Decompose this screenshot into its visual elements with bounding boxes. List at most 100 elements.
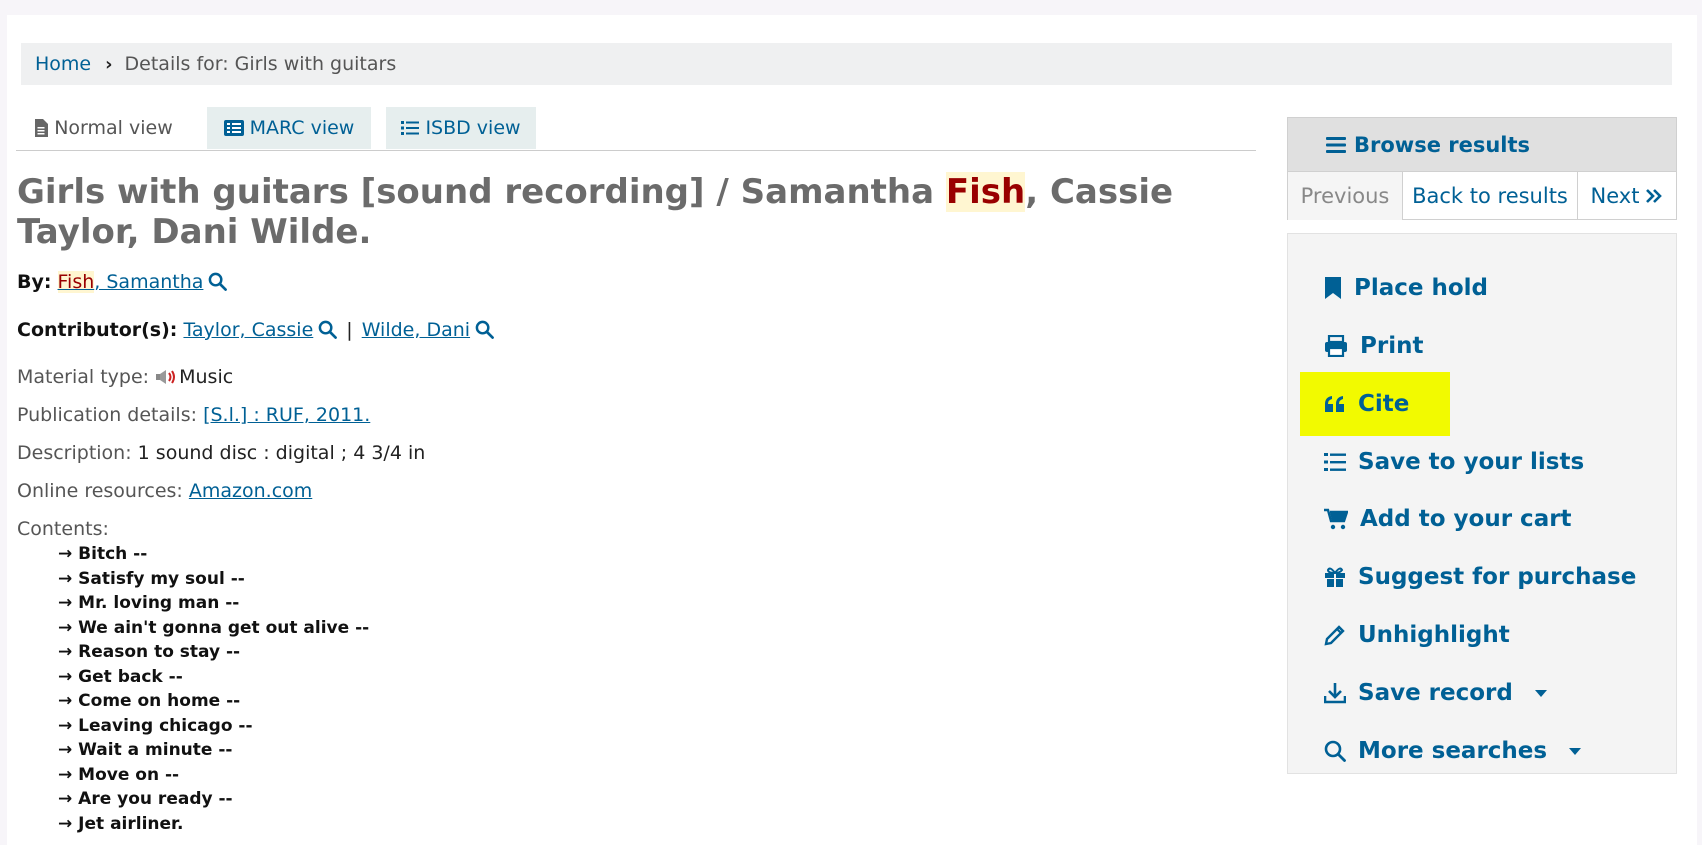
back-to-results-link[interactable]: Back to results [1403,172,1578,220]
pencil-icon [1324,625,1345,646]
tab-normal-view[interactable]: Normal view [16,107,191,149]
tab-isbd-label: ISBD view [425,117,521,139]
cite-action[interactable]: Cite [1300,372,1450,436]
save-to-lists-action[interactable]: Save to your lists [1300,430,1584,494]
record-title: Girls with guitars [sound recording] / S… [17,172,1257,252]
author-link[interactable]: Fish, Samantha [57,271,204,293]
print-icon [1325,335,1347,357]
description-label: Description: [17,442,132,464]
browse-results-label: Browse results [1354,132,1531,157]
quote-icon [1325,396,1344,412]
material-type-row: Material type: Music [17,366,233,388]
author-highlight: Fish [57,271,95,293]
music-type-icon [156,370,176,384]
author-row: By: Fish, Samantha [17,271,228,293]
list-item: → We ain't gonna get out alive -- [58,617,370,638]
download-icon [1324,683,1346,704]
breadcrumb-home-link[interactable]: Home [35,53,91,75]
list-item: → Move on -- [58,764,180,785]
list-item: → Mr. loving man -- [58,593,240,613]
online-resources-label: Online resources: [17,480,183,502]
more-searches-dropdown[interactable]: More searches [1300,719,1582,783]
view-tabs: Normal view MARC view ISBD view [16,107,1256,151]
publication-link[interactable]: [S.l.] : RUF, 2011. [203,404,370,426]
browse-nav: Previous Back to results Next [1288,172,1676,220]
place-hold-label: Place hold [1354,275,1489,301]
list-item: → Wait a minute -- [58,740,233,760]
online-resources-row: Online resources: Amazon.com [17,480,312,502]
chevron-double-right-icon [1646,189,1663,203]
back-to-results-label: Back to results [1412,184,1568,208]
print-label: Print [1360,333,1424,359]
next-label: Next [1590,184,1640,208]
browse-results-panel: Browse results Previous Back to results … [1287,117,1677,220]
breadcrumb-current: Details for: Girls with guitars [124,53,397,75]
cite-label: Cite [1358,391,1410,417]
file-icon [35,119,49,137]
bars-icon [1326,136,1346,153]
material-type-value: Music [179,366,234,388]
more-searches-label: More searches [1358,738,1548,764]
breadcrumb: Home › Details for: Girls with guitars [21,43,1672,85]
save-record-label: Save record [1358,680,1513,706]
list-item: → Come on home -- [58,691,241,711]
contributors-row: Contributor(s): Taylor, Cassie | Wilde, Da… [17,319,494,341]
suggest-purchase-action[interactable]: Suggest for purchase [1300,545,1636,609]
breadcrumb-separator: › [105,53,113,75]
publication-label: Publication details: [17,404,198,426]
list-item: → Satisfy my soul -- [58,568,245,589]
previous-button[interactable]: Previous [1288,172,1403,220]
search-icon [1324,740,1346,762]
contents-list: → Bitch -- → Satisfy my soul -- → Mr. lo… [58,542,369,836]
contents-label: Contents: [17,518,109,540]
contributor-wilde-link[interactable]: Wilde, Dani [362,319,470,341]
save-record-dropdown[interactable]: Save record [1300,661,1547,725]
search-icon[interactable] [318,320,338,339]
tab-normal-label: Normal view [54,117,173,139]
contents-row: Contents: [17,518,109,540]
contributors-label: Contributor(s): [17,319,178,341]
list-item: → Leaving chicago -- [58,715,253,736]
place-hold-action[interactable]: Place hold [1300,256,1488,320]
online-resource-link[interactable]: Amazon.com [189,480,312,502]
tab-isbd-view[interactable]: ISBD view [386,107,536,149]
list-item: → Reason to stay -- [58,642,241,662]
next-button[interactable]: Next [1578,172,1676,220]
contributor-taylor-link[interactable]: Taylor, Cassie [183,319,313,341]
tab-marc-label: MARC view [249,117,355,139]
list-item: → Are you ready -- [58,789,233,809]
cart-icon [1324,508,1348,530]
gift-icon [1325,567,1345,587]
record-actions-panel: Place hold Print Cite Save to your lists… [1287,233,1677,774]
unhighlight-label: Unhighlight [1358,622,1510,648]
description-value: 1 sound disc : digital ; 4 3/4 in [137,442,426,464]
caret-down-icon [1569,747,1582,755]
print-action[interactable]: Print [1300,314,1423,378]
contributor-separator: | [346,319,353,341]
unhighlight-action[interactable]: Unhighlight [1300,603,1510,667]
caret-down-icon [1534,689,1547,697]
previous-label: Previous [1300,184,1390,208]
title-search-term-highlight: Fish [945,172,1026,212]
tab-marc-view[interactable]: MARC view [207,107,371,149]
material-type-label: Material type: [17,366,150,388]
add-to-cart-label: Add to your cart [1360,506,1572,532]
publication-row: Publication details: [S.l.] : RUF, 2011. [17,404,370,426]
title-part-1: Girls with guitars [sound recording] / S… [17,172,946,212]
description-row: Description: 1 sound disc : digital ; 4 … [17,442,425,464]
by-label: By: [17,271,52,293]
browse-results-toggle[interactable]: Browse results [1288,118,1676,172]
suggest-purchase-label: Suggest for purchase [1358,564,1637,590]
list-icon [401,121,420,135]
search-icon[interactable] [208,272,228,291]
list-item: → Jet airliner. [58,813,184,834]
save-to-lists-label: Save to your lists [1358,449,1585,475]
list-icon [1324,453,1346,471]
list-item: → Bitch -- [58,544,148,564]
list-item: → Get back -- [58,666,183,687]
bookmark-icon [1325,277,1341,299]
author-rest: , Samantha [94,271,204,293]
add-to-cart-action[interactable]: Add to your cart [1300,487,1572,551]
search-icon[interactable] [475,320,494,339]
list-alt-icon [223,120,244,136]
